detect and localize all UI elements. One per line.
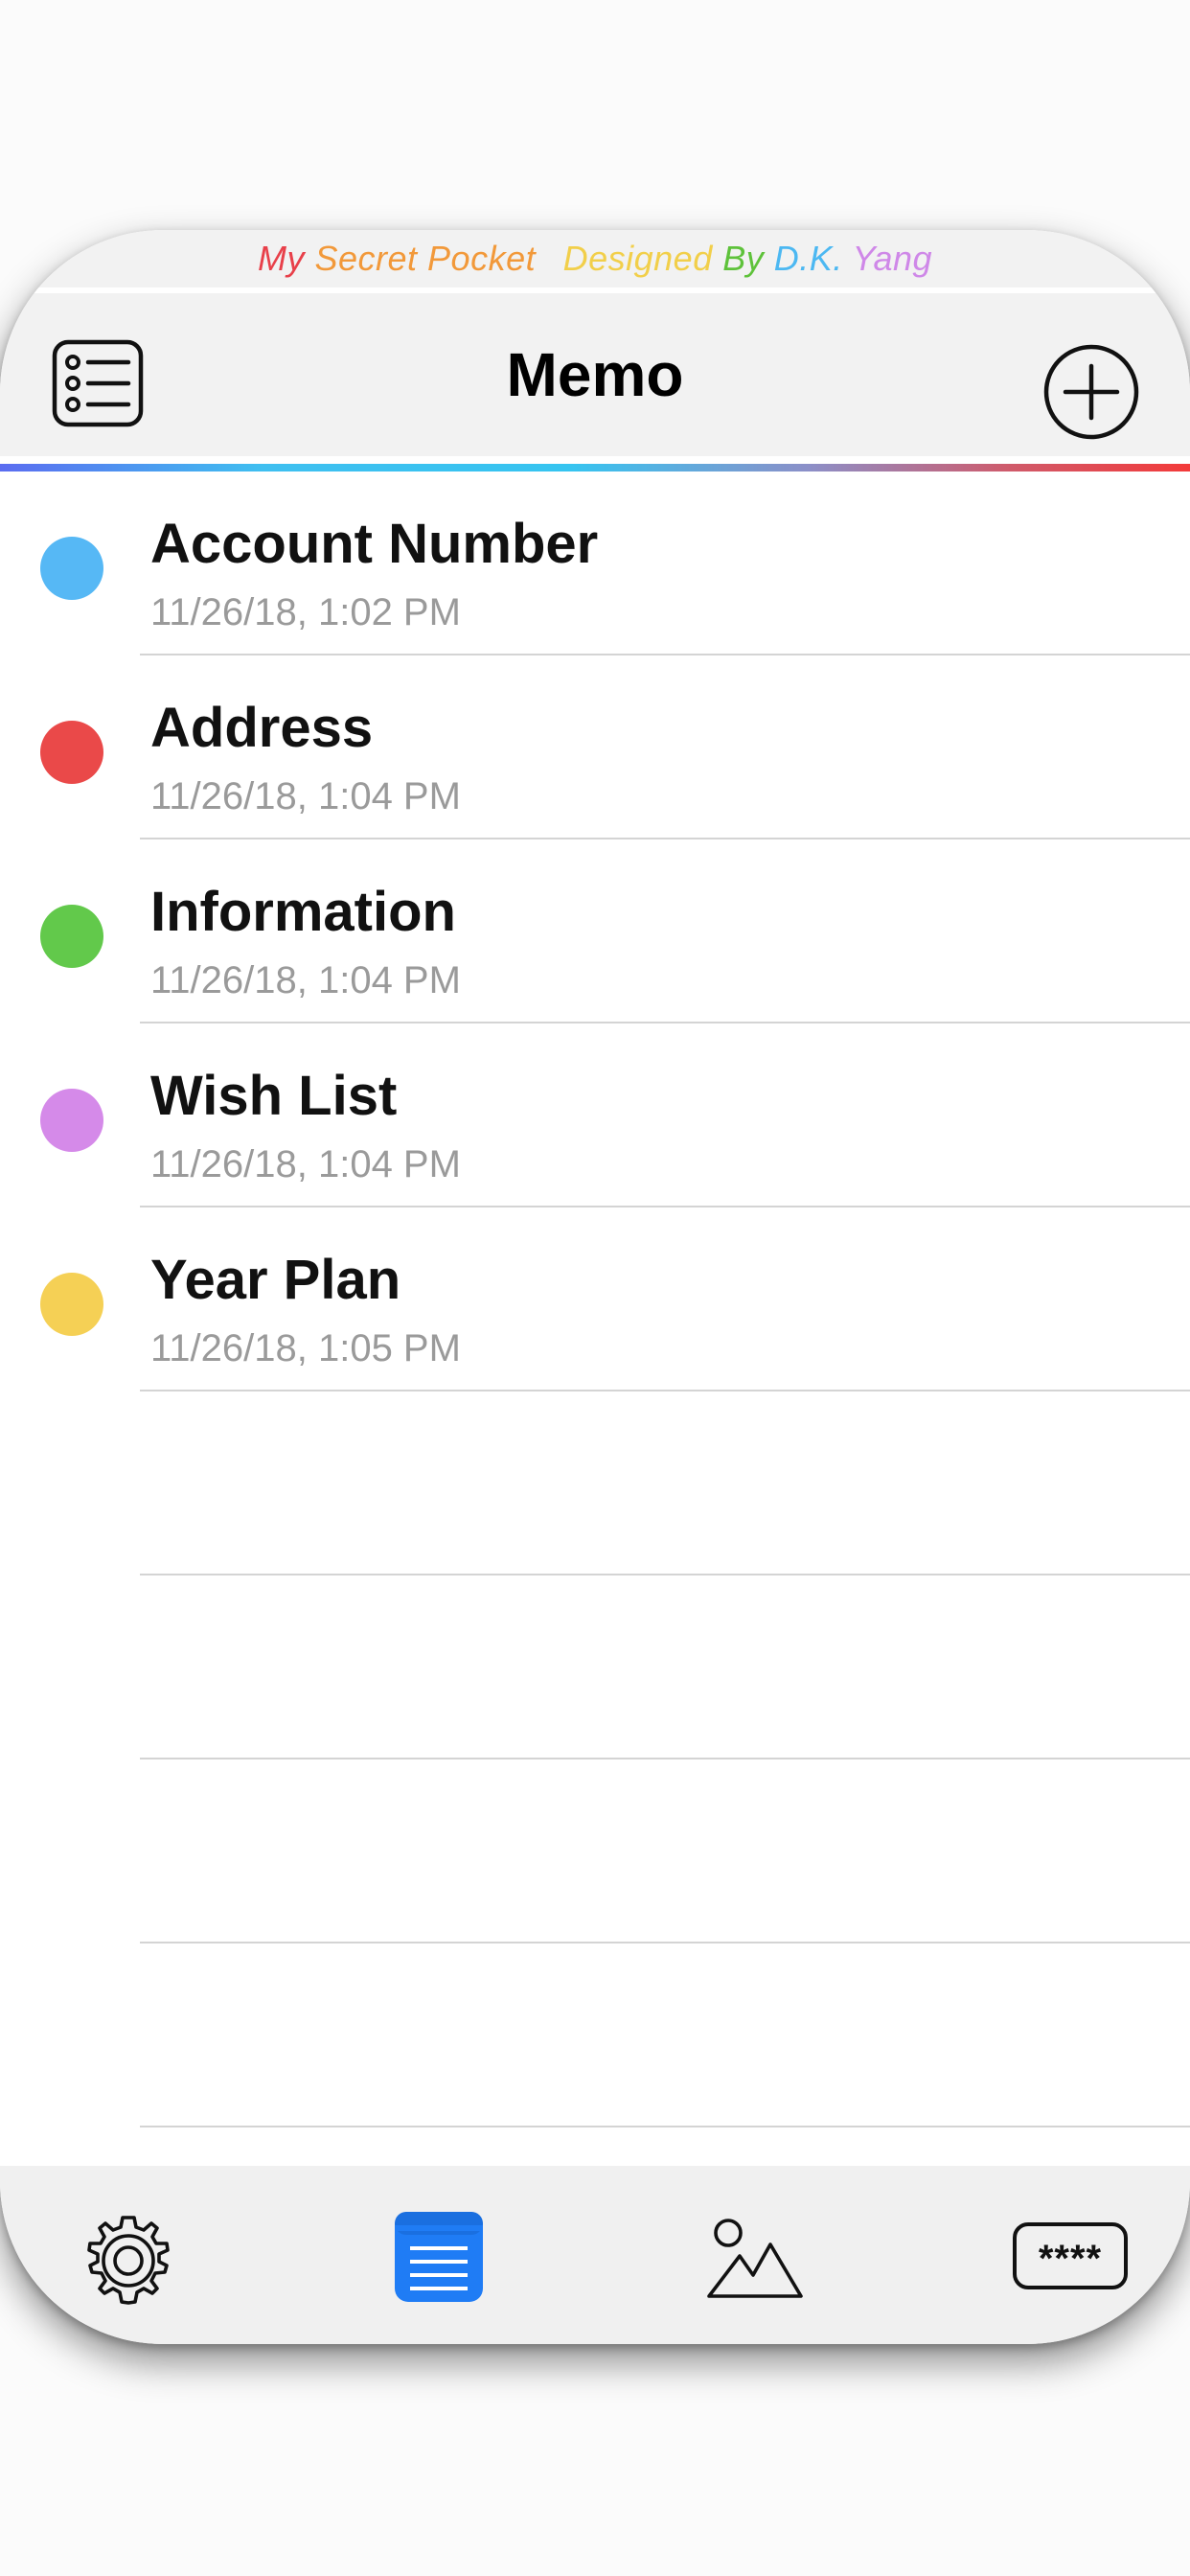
color-dot <box>40 905 103 968</box>
nav-header: Memo <box>0 293 1190 456</box>
tab-passwords[interactable]: **** <box>996 2166 1150 2344</box>
empty-row <box>0 1576 1190 1760</box>
page-title: Memo <box>506 340 684 409</box>
banner-word: My <box>257 239 305 278</box>
memo-date: 11/26/18, 1:04 PM <box>150 1143 461 1185</box>
tab-photos[interactable] <box>688 2166 822 2344</box>
memo-row[interactable]: Year Plan 11/26/18, 1:05 PM <box>0 1208 1190 1392</box>
tab-memo[interactable] <box>374 2166 508 2344</box>
memo-title: Account Number <box>150 513 599 575</box>
memo-date: 11/26/18, 1:05 PM <box>150 1327 461 1369</box>
memo-icon <box>395 2212 483 2302</box>
color-dot <box>40 1089 103 1152</box>
empty-row <box>0 1760 1190 1944</box>
tab-bar: **** <box>0 2166 1190 2344</box>
password-glyph: **** <box>1039 2238 1102 2280</box>
memo-row[interactable]: Wish List 11/26/18, 1:04 PM <box>0 1024 1190 1208</box>
banner-word: Secret <box>314 239 418 278</box>
memo-title: Year Plan <box>150 1249 401 1311</box>
banner-word: D.K. <box>773 239 843 278</box>
color-dot <box>40 1273 103 1336</box>
empty-row <box>0 1392 1190 1576</box>
photo-icon <box>707 2219 803 2298</box>
memo-date: 11/26/18, 1:02 PM <box>150 591 461 633</box>
memo-title: Information <box>150 881 456 943</box>
banner-word: Designed <box>562 239 713 278</box>
banner-word: Yang <box>852 239 933 278</box>
memo-title: Address <box>150 697 374 759</box>
memo-row[interactable]: Information 11/26/18, 1:04 PM <box>0 840 1190 1024</box>
add-memo-button[interactable] <box>1042 343 1140 441</box>
tab-settings[interactable] <box>57 2166 192 2344</box>
memo-row[interactable]: Account Number 11/26/18, 1:02 PM <box>0 472 1190 656</box>
memo-date: 11/26/18, 1:04 PM <box>150 775 461 817</box>
header-accent-line <box>0 464 1190 472</box>
memo-date: 11/26/18, 1:04 PM <box>150 959 461 1001</box>
memo-row[interactable]: Address 11/26/18, 1:04 PM <box>0 656 1190 840</box>
banner-word: By <box>722 239 765 278</box>
banner-word: Pocket <box>427 239 537 278</box>
memo-title: Wish List <box>150 1065 398 1127</box>
empty-row <box>0 1944 1190 2128</box>
color-dot <box>40 721 103 784</box>
plus-circle-icon <box>1043 344 1139 440</box>
memo-list: Account Number 11/26/18, 1:02 PM Address… <box>0 472 1190 2128</box>
app-window: My Secret Pocket Designed By D.K. Yang M… <box>0 230 1190 2344</box>
password-icon: **** <box>1013 2222 1128 2289</box>
row-divider <box>140 2126 1190 2128</box>
color-dot <box>40 537 103 600</box>
credits-banner: My Secret Pocket Designed By D.K. Yang <box>0 230 1190 288</box>
gear-icon <box>87 2216 170 2305</box>
